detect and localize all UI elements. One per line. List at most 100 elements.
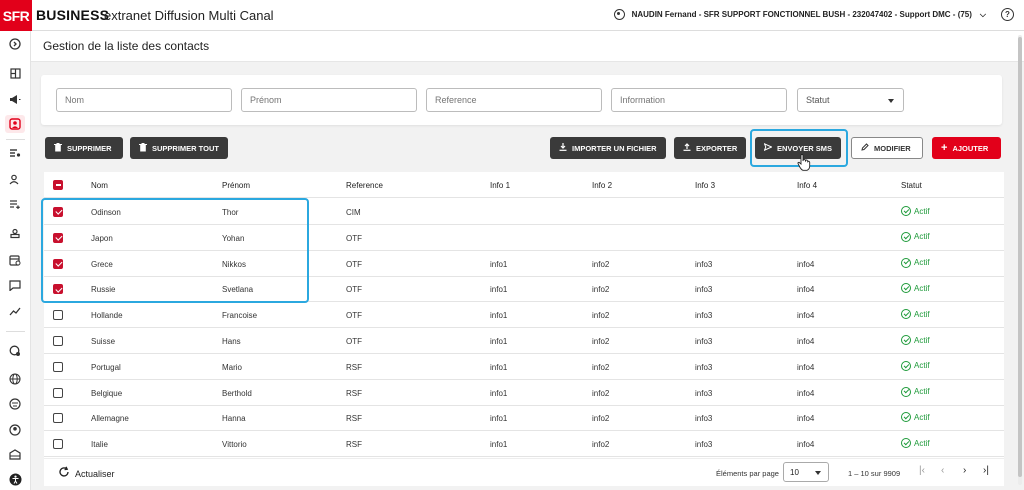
- trash-icon: [139, 142, 147, 154]
- dashboard-icon[interactable]: [8, 66, 22, 80]
- exporter-button[interactable]: EXPORTER: [674, 137, 746, 159]
- filter-prenom-input[interactable]: [241, 88, 417, 112]
- status-label: Actif: [914, 232, 930, 242]
- supprimer-button[interactable]: SUPPRIMER: [45, 137, 123, 159]
- table-row[interactable]: Belgique Berthold RSF info1 info2 info3 info4 A…: [44, 380, 1004, 406]
- check-circle-icon: [901, 257, 911, 268]
- status-label: Actif: [914, 335, 930, 345]
- table-row[interactable]: Portugal Mario RSF info1 info2 info3 info4 Acti…: [44, 354, 1004, 380]
- status-badge: Actif: [901, 206, 930, 216]
- modifier-button[interactable]: MODIFIER: [851, 137, 923, 159]
- col-header-info3[interactable]: Info 3: [695, 181, 715, 190]
- stamp-icon[interactable]: [8, 227, 22, 241]
- language-icon[interactable]: [8, 397, 22, 411]
- stats-trend-icon[interactable]: [8, 304, 22, 318]
- status-badge: Actif: [901, 231, 930, 242]
- cell-info4: info4: [797, 440, 815, 450]
- select-all-checkbox[interactable]: [53, 180, 63, 190]
- expand-menu-icon[interactable]: [8, 37, 22, 51]
- col-header-prenom[interactable]: Prénom: [222, 181, 250, 190]
- filter-information-input[interactable]: [611, 88, 787, 112]
- status-badge: Actif: [901, 335, 930, 345]
- row-checkbox[interactable]: [53, 413, 63, 424]
- row-checkbox[interactable]: [53, 439, 63, 450]
- prev-page-icon[interactable]: ‹: [941, 465, 944, 476]
- selected-rows-highlight: [41, 198, 309, 303]
- table-header-row: Nom Prénom Reference Info 1 Info 2 Info …: [44, 172, 1004, 198]
- filter-nom-input[interactable]: [56, 88, 232, 112]
- contact-list-icon[interactable]: [8, 146, 22, 160]
- col-header-info2[interactable]: Info 2: [592, 181, 612, 190]
- cell-prenom: Vittorio: [222, 440, 247, 450]
- table-row[interactable]: Allemagne Hanna RSF info1 info2 info3 info4 Act…: [44, 405, 1004, 432]
- filter-statut-select[interactable]: Statut: [797, 88, 904, 112]
- status-badge: Actif: [901, 309, 930, 320]
- cell-prenom: Berthold: [222, 388, 252, 398]
- megaphone-icon[interactable]: [8, 92, 22, 106]
- cell-info2: info2: [592, 259, 610, 269]
- accessibility-icon[interactable]: [8, 472, 22, 486]
- globe-icon[interactable]: [8, 372, 22, 386]
- page-header: Gestion de la liste des contacts: [31, 31, 1024, 62]
- filter-reference-input[interactable]: [426, 88, 602, 112]
- importer-fichier-button[interactable]: IMPORTER UN FICHIER: [550, 137, 666, 159]
- col-header-info1[interactable]: Info 1: [490, 181, 510, 190]
- cell-nom: Belgique: [91, 388, 123, 398]
- account-icon[interactable]: [8, 423, 22, 437]
- status-label: Actif: [914, 309, 930, 319]
- col-header-info4[interactable]: Info 4: [797, 181, 817, 190]
- check-circle-icon: [901, 360, 911, 371]
- chevron-down-icon: ⌵: [979, 9, 986, 19]
- row-checkbox[interactable]: [53, 310, 63, 321]
- check-circle-icon: [901, 412, 911, 423]
- cell-prenom: Mario: [222, 362, 243, 372]
- sfr-logo[interactable]: SFR: [0, 0, 32, 31]
- help-icon[interactable]: ?: [1001, 8, 1014, 21]
- cell-info3: info3: [695, 388, 713, 398]
- ajouter-button[interactable]: + AJOUTER: [932, 137, 1001, 159]
- check-circle-icon: [901, 335, 911, 345]
- first-page-icon[interactable]: |‹: [919, 465, 925, 476]
- cell-ref: OTF: [346, 311, 362, 321]
- cell-nom: Hollande: [91, 311, 123, 321]
- row-checkbox[interactable]: [53, 336, 63, 346]
- per-page-select[interactable]: 10: [783, 462, 829, 482]
- col-header-reference[interactable]: Reference: [346, 181, 383, 190]
- settings-check-icon[interactable]: [8, 344, 22, 358]
- table-row[interactable]: Suisse Hans OTF info1 info2 info3 info4 Actif: [44, 328, 1004, 354]
- user-label: NAUDIN Fernand - SFR SUPPORT FONCTIONNEL…: [631, 10, 972, 19]
- upload-icon: [683, 143, 691, 153]
- scrollbar-thumb[interactable]: [1018, 37, 1022, 477]
- status-badge: Actif: [901, 360, 930, 371]
- check-circle-icon: [901, 231, 911, 242]
- cell-info4: info4: [797, 285, 815, 295]
- row-checkbox[interactable]: [53, 387, 63, 398]
- col-header-statut[interactable]: Statut: [901, 181, 922, 190]
- contacts-icon[interactable]: [5, 115, 25, 133]
- cell-info2: info2: [592, 362, 610, 372]
- message-icon[interactable]: [8, 278, 22, 292]
- cell-prenom: Hans: [222, 337, 241, 346]
- cell-info2: info2: [592, 388, 610, 398]
- table-row[interactable]: Hollande Francoise OTF info1 info2 info3 info4…: [44, 302, 1004, 329]
- users-icon[interactable]: [8, 172, 22, 186]
- row-checkbox[interactable]: [53, 361, 63, 372]
- cell-info4: info4: [797, 362, 815, 372]
- calendar-schedule-icon[interactable]: [8, 253, 22, 267]
- cell-info2: info2: [592, 311, 610, 321]
- filter-statut-label: Statut: [806, 95, 830, 105]
- next-page-icon[interactable]: ›: [963, 465, 966, 476]
- user-menu[interactable]: NAUDIN Fernand - SFR SUPPORT FONCTIONNEL…: [613, 9, 986, 20]
- importer-label: IMPORTER UN FICHIER: [572, 143, 657, 153]
- cell-info1: info1: [490, 259, 508, 269]
- archive-icon[interactable]: [8, 448, 22, 462]
- last-page-icon[interactable]: ›|: [983, 465, 989, 476]
- cell-ref: RSF: [346, 414, 362, 424]
- cell-info1: info1: [490, 311, 508, 321]
- list-add-icon[interactable]: [8, 197, 22, 211]
- actualiser-button[interactable]: Actualiser: [58, 466, 115, 481]
- supprimer-tout-button[interactable]: SUPPRIMER TOUT: [130, 137, 228, 159]
- cell-info4: info4: [797, 414, 815, 424]
- col-header-nom[interactable]: Nom: [91, 181, 108, 190]
- table-row[interactable]: Italie Vittorio RSF info1 info2 info3 info4 Act…: [44, 431, 1004, 458]
